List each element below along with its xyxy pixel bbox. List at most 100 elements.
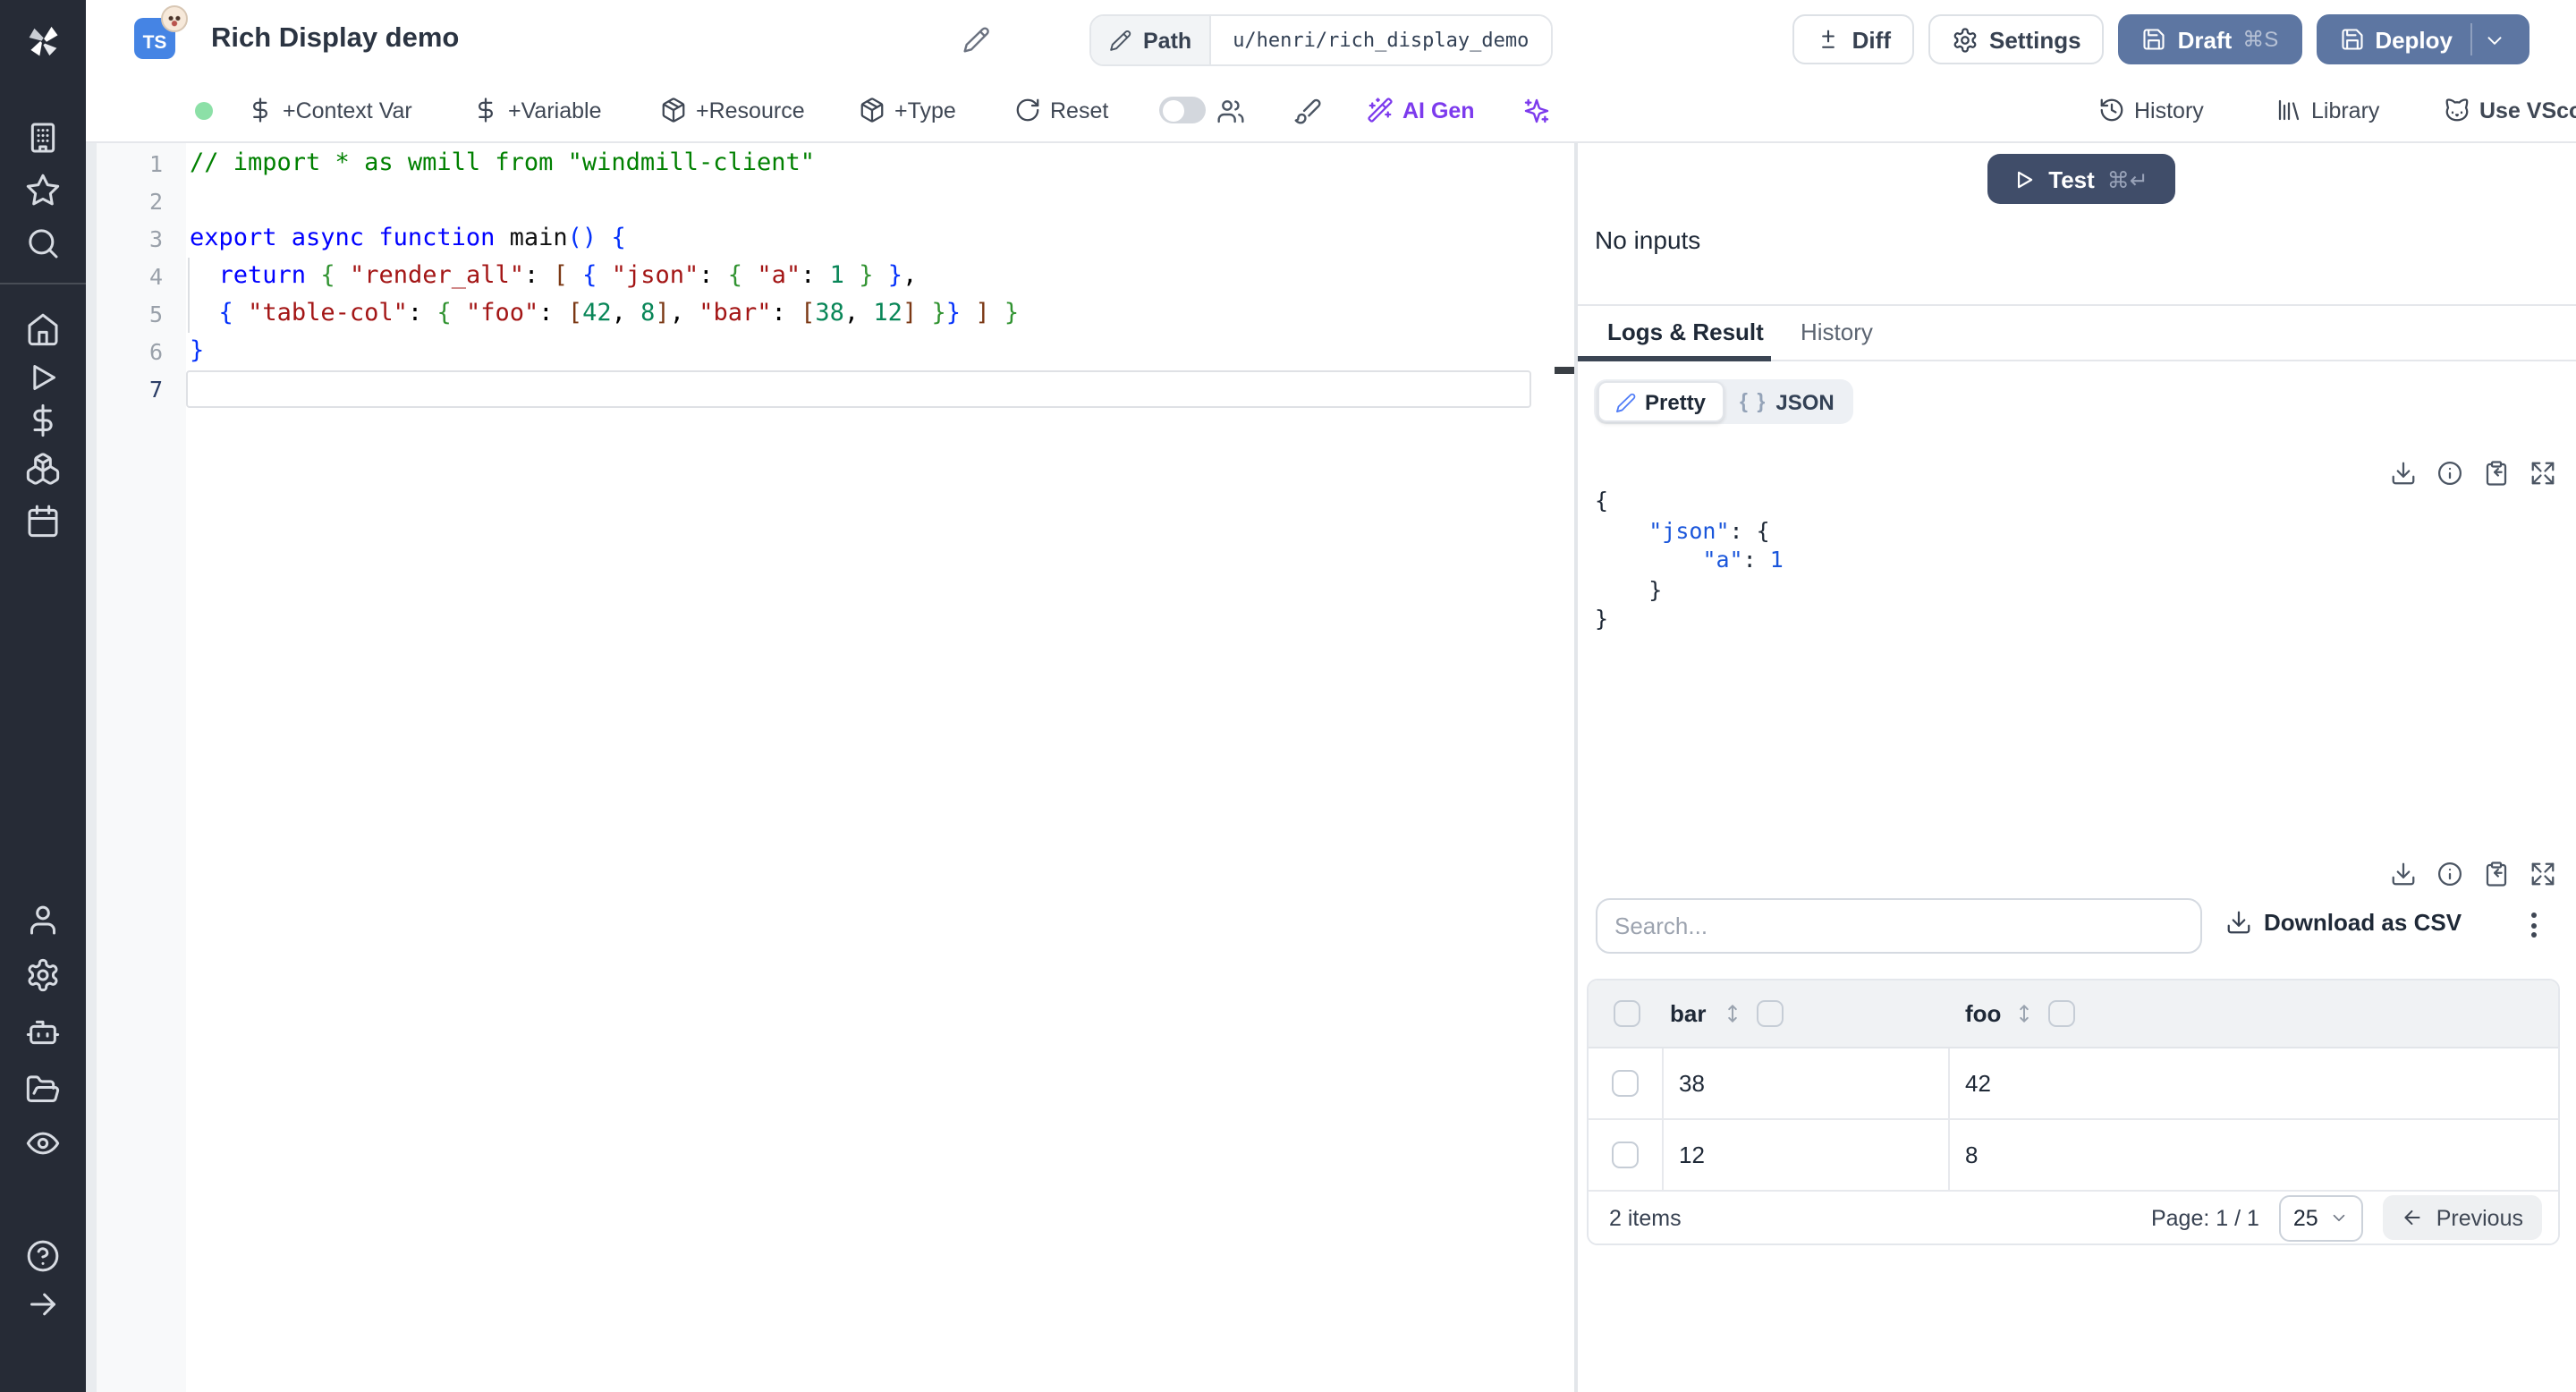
- info-circle-icon[interactable]: [2436, 861, 2463, 887]
- home-icon[interactable]: [25, 311, 61, 347]
- clipboard-copy-icon[interactable]: [2483, 460, 2510, 487]
- add-context-var-button[interactable]: +Context Var: [247, 79, 412, 141]
- panel-divider: [1577, 304, 2576, 306]
- add-resource-button[interactable]: +Resource: [660, 79, 805, 141]
- dollar-sign-icon[interactable]: [25, 403, 61, 438]
- settings-gear-icon[interactable]: [25, 957, 61, 993]
- view-mode-pretty[interactable]: Pretty: [1597, 381, 1724, 422]
- app-window: TS Rich Display demo Path u/henri/rich_d…: [0, 0, 2576, 1392]
- table-body: 38 42 12 8: [1588, 1048, 2557, 1192]
- editor-toolbar: +Context Var +Variable +Resource +Type R…: [86, 79, 2576, 143]
- diff-button[interactable]: Diff: [1792, 14, 1914, 64]
- eye-icon[interactable]: [25, 1125, 61, 1161]
- windmill-logo-icon[interactable]: [23, 21, 63, 61]
- star-icon[interactable]: [25, 172, 61, 208]
- sort-icon[interactable]: [2012, 1002, 2035, 1025]
- calendar-icon[interactable]: [25, 503, 61, 539]
- result-actions: [2390, 460, 2556, 487]
- users-icon: [1217, 99, 1244, 123]
- tab-logs-result[interactable]: Logs & Result: [1607, 318, 1764, 345]
- settings-button[interactable]: Settings: [1928, 14, 2105, 64]
- search-icon[interactable]: [25, 225, 61, 261]
- download-icon[interactable]: [2390, 861, 2417, 887]
- reset-button[interactable]: Reset: [1014, 79, 1108, 141]
- ai-gen-button[interactable]: AI Gen: [1367, 79, 1475, 141]
- previous-page-button[interactable]: Previous: [2382, 1195, 2541, 1240]
- chevron-down-icon[interactable]: [2483, 28, 2506, 51]
- select-all-checkbox[interactable]: [1613, 1000, 1640, 1027]
- boxes-icon[interactable]: [25, 451, 61, 487]
- ai-sparkles-button[interactable]: [1522, 79, 1551, 141]
- add-type-label: +Type: [894, 98, 956, 123]
- history-label: History: [2134, 98, 2204, 123]
- help-circle-icon[interactable]: [25, 1238, 61, 1274]
- json-label: JSON: [1775, 389, 1835, 414]
- multiplayer-toggle[interactable]: [1159, 79, 1206, 141]
- arrow-left-icon: [2404, 1210, 2420, 1226]
- ai-gen-label: AI Gen: [1402, 98, 1475, 123]
- sort-icon[interactable]: [1720, 1002, 1743, 1025]
- toggle-switch[interactable]: [1159, 97, 1206, 123]
- page-size-select[interactable]: 25: [2278, 1194, 2363, 1241]
- test-shortcut: ⌘↵: [2106, 167, 2148, 192]
- play-icon[interactable]: [25, 360, 61, 395]
- history-button[interactable]: History: [2098, 79, 2204, 141]
- path-value: u/henri/rich_display_demo: [1211, 16, 1551, 64]
- row-checkbox[interactable]: [1611, 1142, 1638, 1168]
- format-code-button[interactable]: [1293, 79, 1322, 141]
- row-checkbox[interactable]: [1611, 1070, 1638, 1097]
- search-input[interactable]: [1595, 898, 2201, 954]
- pencil-icon: [1110, 30, 1131, 51]
- package-icon: [662, 98, 685, 123]
- result-view-toggle[interactable]: Pretty { } JSON: [1593, 379, 1854, 424]
- add-type-button[interactable]: +Type: [859, 79, 956, 141]
- path-button[interactable]: Path u/henri/rich_display_demo: [1089, 14, 1553, 66]
- add-context-var-label: +Context Var: [283, 98, 412, 123]
- path-label-segment: Path: [1091, 16, 1212, 64]
- deploy-button[interactable]: Deploy: [2316, 14, 2529, 64]
- active-tab-underline: [1577, 356, 1770, 361]
- folder-open-icon[interactable]: [25, 1072, 61, 1108]
- table-row[interactable]: 38 42: [1588, 1048, 2557, 1120]
- activitybar-splitter[interactable]: [86, 143, 97, 1392]
- draft-label: Draft: [2177, 26, 2233, 53]
- download-csv-label: Download as CSV: [2264, 909, 2462, 936]
- reset-label: Reset: [1050, 98, 1109, 123]
- arrow-right-icon[interactable]: [25, 1286, 61, 1322]
- gear-icon: [1953, 27, 1977, 52]
- add-resource-label: +Resource: [696, 98, 805, 123]
- sidebar-divider: [0, 283, 86, 284]
- column-toggle-checkbox-bar[interactable]: [1756, 1000, 1783, 1027]
- user-icon[interactable]: [25, 902, 61, 938]
- test-button[interactable]: Test ⌘↵: [1987, 154, 2174, 204]
- robot-icon[interactable]: [25, 1014, 61, 1050]
- json-result: { "json": { "a": 1 }}: [1595, 487, 1784, 632]
- editor-code[interactable]: // import * as wmill from "windmill-clie…: [186, 143, 1574, 1392]
- settings-label: Settings: [1989, 26, 2081, 53]
- info-circle-icon[interactable]: [2436, 460, 2463, 487]
- building-icon[interactable]: [25, 120, 61, 156]
- multiplayer-users-button[interactable]: [1216, 79, 1245, 141]
- deploy-separator: [2470, 23, 2472, 55]
- clipboard-copy-icon[interactable]: [2483, 861, 2510, 887]
- expand-icon[interactable]: [2529, 460, 2556, 487]
- download-icon[interactable]: [2390, 460, 2417, 487]
- draft-shortcut: ⌘S: [2242, 27, 2279, 52]
- indent-guide: [188, 258, 190, 333]
- table-header: bar foo: [1588, 980, 2557, 1048]
- expand-icon[interactable]: [2529, 861, 2556, 887]
- column-toggle-checkbox-foo[interactable]: [2047, 1000, 2074, 1027]
- table-row[interactable]: 12 8: [1588, 1120, 2557, 1192]
- table-menu-button[interactable]: [2520, 905, 2548, 945]
- view-mode-json[interactable]: { } JSON: [1724, 383, 1851, 420]
- draft-button[interactable]: Draft ⌘S: [2118, 14, 2302, 64]
- edit-title-pencil-icon[interactable]: [962, 25, 991, 54]
- tab-history[interactable]: History: [1801, 318, 1873, 345]
- add-variable-button[interactable]: +Variable: [472, 79, 601, 141]
- cat-icon: [2445, 98, 2469, 122]
- library-button[interactable]: Library: [2275, 79, 2379, 141]
- download-csv-button[interactable]: Download as CSV: [2224, 909, 2462, 936]
- use-vscode-button[interactable]: Use VScode: [2444, 79, 2576, 141]
- library-icon: [2278, 99, 2300, 121]
- test-label: Test: [2048, 166, 2095, 192]
